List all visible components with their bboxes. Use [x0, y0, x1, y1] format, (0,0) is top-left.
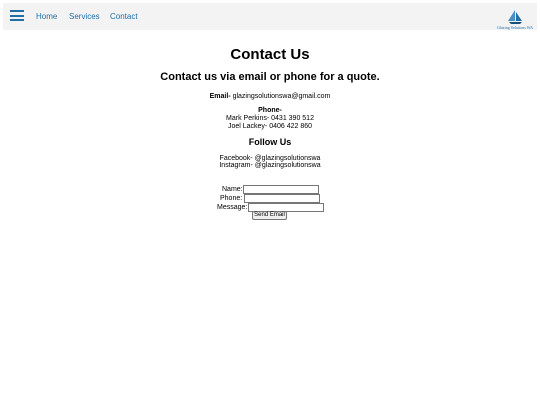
menu-icon[interactable] — [10, 10, 24, 21]
phone-joel: Joel Lackey- 0406 422 860 — [227, 123, 313, 130]
page-title: Contact Us — [230, 46, 310, 63]
page-subtitle: Contact us via email or phone for a quot… — [160, 71, 380, 83]
follow-heading: Follow Us — [248, 137, 292, 147]
email-label: Email- — [209, 93, 231, 100]
brand-logo[interactable]: Glazing Solutions WA — [492, 9, 538, 31]
top-navbar: Home Services Contact Glazing Solutions … — [3, 3, 537, 30]
email-line: Email- glazingsolutionswa@gmail.com — [0, 92, 540, 101]
phone-field-label: Phone: — [220, 195, 243, 202]
nav-link-services[interactable]: Services — [69, 12, 100, 21]
message-row: Message: — [217, 203, 247, 212]
name-input[interactable] — [243, 185, 319, 194]
phone-row: Phone: — [220, 194, 242, 203]
name-label: Name: — [222, 186, 243, 193]
nav-link-home[interactable]: Home — [36, 12, 57, 21]
sailboat-logo-icon — [508, 10, 522, 24]
nav-link-contact[interactable]: Contact — [110, 12, 138, 21]
phone-input[interactable] — [244, 194, 320, 203]
logo-text: Glazing Solutions WA — [497, 25, 533, 30]
email-value: glazingsolutionswa@gmail.com — [232, 93, 331, 100]
instagram-line: Instagram- @glazingsolutionswa — [219, 162, 321, 169]
name-row: Name: — [222, 185, 243, 194]
send-email-button[interactable]: Send Email — [252, 211, 287, 220]
message-label: Message: — [217, 204, 248, 211]
